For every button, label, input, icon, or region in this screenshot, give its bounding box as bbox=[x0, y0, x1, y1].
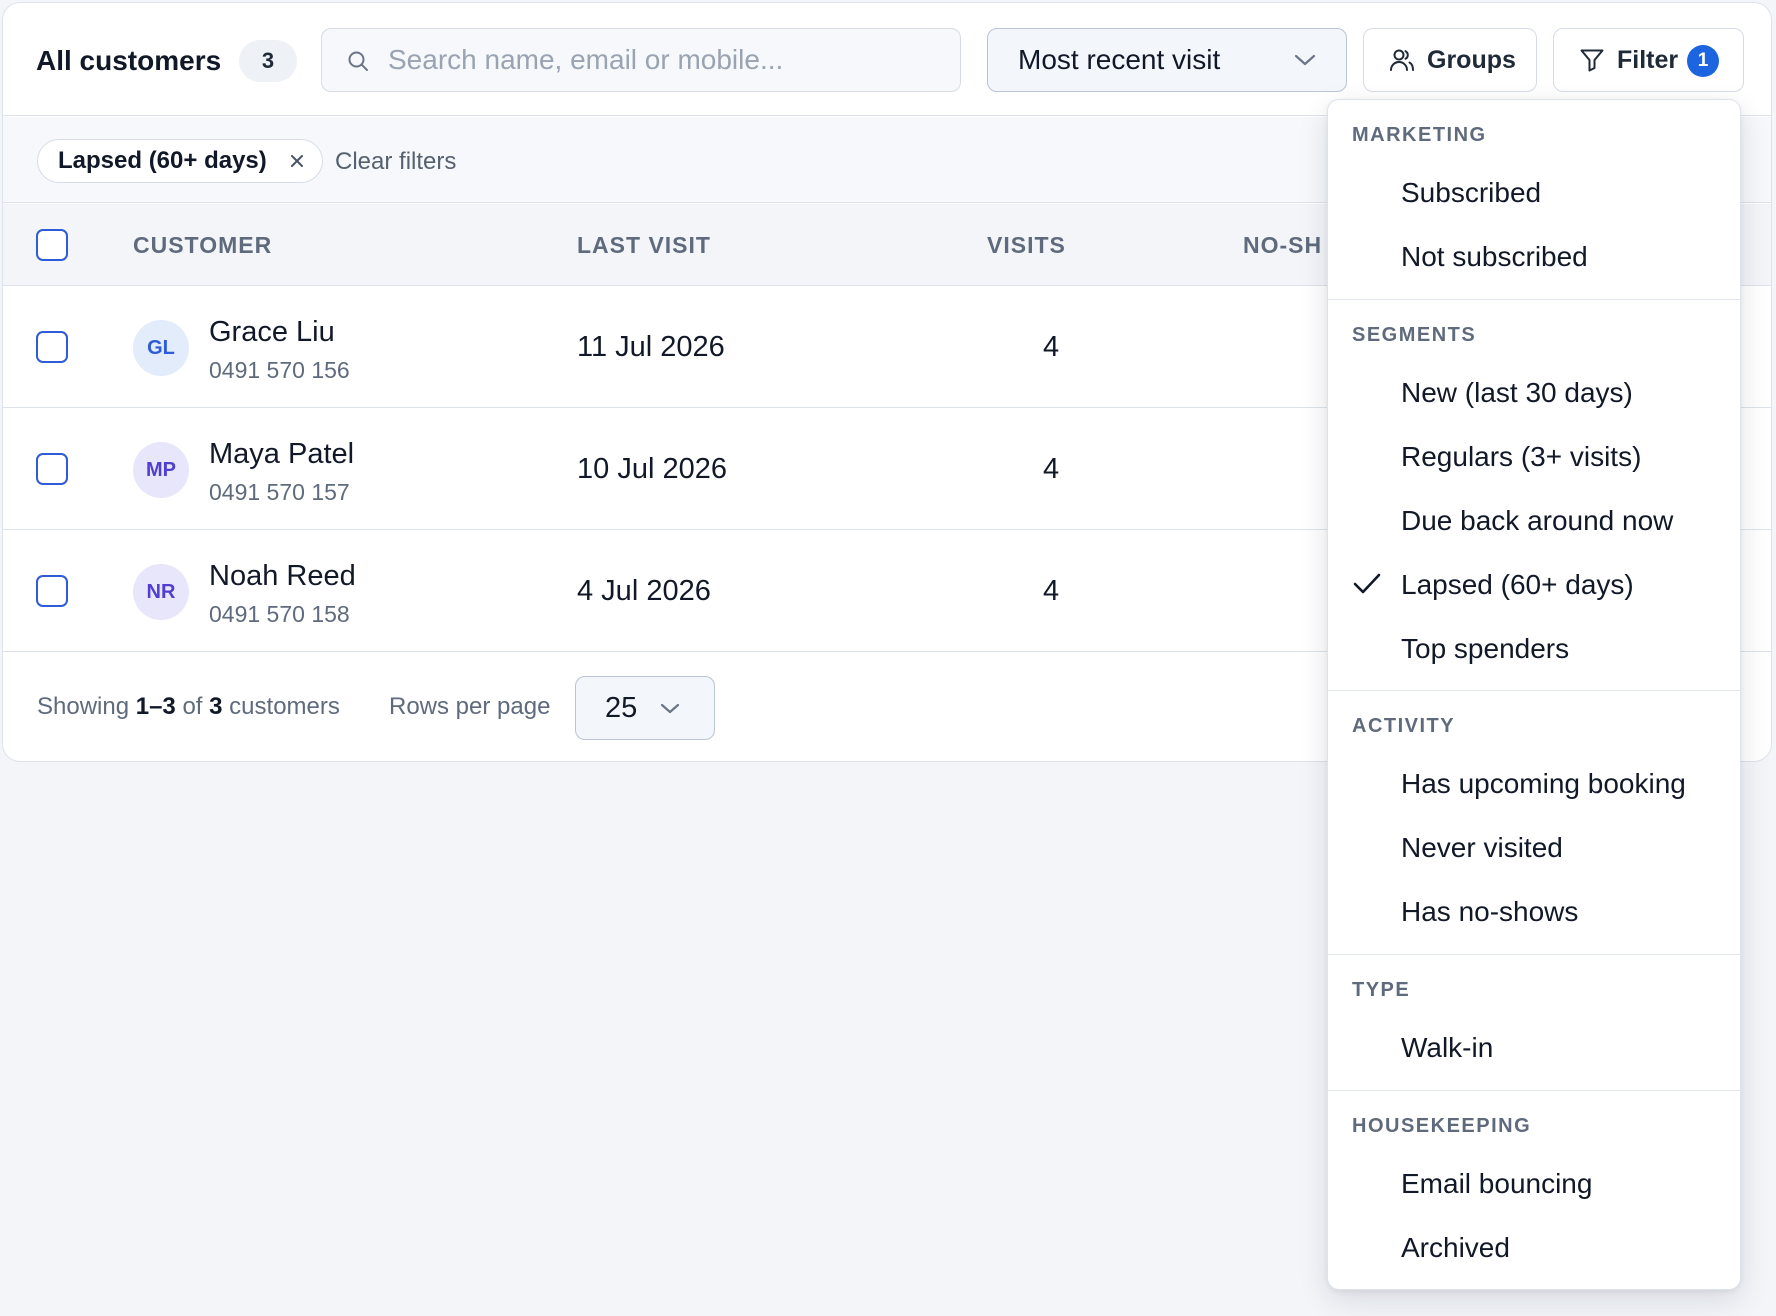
filter-dropdown-menu: MARKETING Subscribed Not subscribed SEGM… bbox=[1327, 99, 1741, 1290]
filter-option-top-spenders[interactable]: Top spenders bbox=[1328, 618, 1740, 678]
filter-option-label: New (last 30 days) bbox=[1401, 377, 1633, 408]
filter-option-upcoming-booking[interactable]: Has upcoming booking bbox=[1328, 753, 1740, 813]
sort-select-value: Most recent visit bbox=[1018, 44, 1221, 75]
select-all-checkbox[interactable] bbox=[36, 229, 68, 261]
filter-section-activity: ACTIVITY Has upcoming booking Never visi… bbox=[1328, 690, 1740, 955]
filter-option-no-shows[interactable]: Has no-shows bbox=[1328, 881, 1740, 941]
showing-total: 3 bbox=[209, 693, 223, 720]
filter-section-type: TYPE Walk-in bbox=[1328, 954, 1740, 1091]
last-visit-cell: 4 Jul 2026 bbox=[577, 575, 711, 607]
filter-count-badge: 1 bbox=[1687, 45, 1719, 77]
filter-chip-label: Lapsed (60+ days) bbox=[58, 147, 267, 174]
row-checkbox[interactable] bbox=[36, 331, 68, 363]
filter-option-subscribed[interactable]: Subscribed bbox=[1328, 162, 1740, 222]
showing-suffix: customers bbox=[229, 693, 340, 720]
section-heading: TYPE bbox=[1352, 979, 1411, 1001]
filter-option-label: Lapsed (60+ days) bbox=[1401, 569, 1634, 600]
filter-option-label: Has no-shows bbox=[1401, 896, 1579, 927]
checkmark-icon bbox=[1353, 573, 1381, 594]
filter-section-marketing: MARKETING Subscribed Not subscribed bbox=[1328, 100, 1740, 300]
filter-option-due-back[interactable]: Due back around now bbox=[1328, 490, 1740, 550]
row-checkbox[interactable] bbox=[36, 453, 68, 485]
chevron-down-icon bbox=[660, 703, 680, 714]
filter-chip-lapsed: Lapsed (60+ days) bbox=[37, 139, 323, 183]
rows-per-page-label: Rows per page bbox=[389, 693, 551, 720]
customer-name[interactable]: Noah Reed bbox=[209, 560, 356, 593]
filter-option-label: Never visited bbox=[1401, 832, 1563, 863]
customer-name[interactable]: Grace Liu bbox=[209, 316, 335, 349]
section-heading: SEGMENTS bbox=[1352, 324, 1477, 346]
filter-option-email-bouncing[interactable]: Email bouncing bbox=[1328, 1153, 1740, 1213]
showing-range: 1–3 bbox=[135, 693, 176, 720]
showing-summary: Showing 1–3 of 3 customers bbox=[37, 693, 340, 721]
section-heading: HOUSEKEEPING bbox=[1352, 1115, 1532, 1137]
filter-option-label: Archived bbox=[1401, 1232, 1510, 1263]
search-box[interactable] bbox=[321, 28, 961, 92]
filter-option-regulars[interactable]: Regulars (3+ visits) bbox=[1328, 426, 1740, 486]
sort-select[interactable]: Most recent visit bbox=[987, 28, 1347, 92]
search-icon bbox=[348, 51, 368, 71]
customer-phone: 0491 570 156 bbox=[209, 357, 350, 383]
section-heading: ACTIVITY bbox=[1352, 715, 1456, 737]
filter-option-label: Top spenders bbox=[1401, 633, 1570, 664]
column-header-visits[interactable]: VISITS bbox=[987, 232, 1066, 259]
last-visit-cell: 11 Jul 2026 bbox=[577, 331, 725, 363]
clear-filters-link[interactable]: Clear filters bbox=[335, 148, 456, 176]
filter-icon bbox=[1580, 49, 1604, 72]
filter-option-walk-in[interactable]: Walk-in bbox=[1328, 1017, 1740, 1077]
groups-button[interactable]: Groups bbox=[1363, 28, 1537, 92]
filter-option-label: Email bouncing bbox=[1401, 1168, 1593, 1199]
filter-section-housekeeping: HOUSEKEEPING Email bouncing Archived bbox=[1328, 1090, 1740, 1289]
filter-option-label: Not subscribed bbox=[1401, 241, 1588, 272]
avatar: NR bbox=[133, 564, 189, 620]
page-title: All customers bbox=[36, 45, 222, 76]
customer-phone: 0491 570 158 bbox=[209, 601, 350, 627]
column-header-customer[interactable]: CUSTOMER bbox=[133, 232, 272, 259]
avatar: MP bbox=[133, 442, 189, 498]
customer-count-badge: 3 bbox=[239, 40, 297, 82]
section-heading: MARKETING bbox=[1352, 124, 1487, 146]
filter-option-label: Subscribed bbox=[1401, 177, 1542, 208]
close-icon[interactable] bbox=[288, 152, 306, 170]
users-icon bbox=[1390, 49, 1414, 71]
visits-cell: 4 bbox=[1043, 331, 1060, 363]
last-visit-cell: 10 Jul 2026 bbox=[577, 453, 727, 485]
customer-name[interactable]: Maya Patel bbox=[209, 438, 354, 471]
column-header-last-visit[interactable]: LAST VISIT bbox=[577, 232, 711, 259]
visits-cell: 4 bbox=[1043, 453, 1060, 485]
rows-per-page-select[interactable]: 25 bbox=[575, 676, 715, 740]
filter-option-label: Has upcoming booking bbox=[1401, 768, 1686, 799]
filter-option-not-subscribed[interactable]: Not subscribed bbox=[1328, 226, 1740, 286]
filter-option-new[interactable]: New (last 30 days) bbox=[1328, 362, 1740, 422]
chevron-down-icon bbox=[1294, 54, 1316, 66]
filter-option-never-visited[interactable]: Never visited bbox=[1328, 817, 1740, 877]
filter-option-label: Due back around now bbox=[1401, 505, 1674, 536]
search-input[interactable] bbox=[388, 29, 948, 91]
filter-option-label: Walk-in bbox=[1401, 1032, 1494, 1063]
filter-option-lapsed[interactable]: Lapsed (60+ days) bbox=[1328, 554, 1740, 614]
filter-option-archived[interactable]: Archived bbox=[1328, 1217, 1740, 1277]
customer-phone: 0491 570 157 bbox=[209, 479, 350, 505]
visits-cell: 4 bbox=[1043, 575, 1060, 607]
filter-button[interactable]: Filter 1 bbox=[1553, 28, 1744, 92]
showing-of: of bbox=[182, 693, 203, 720]
filter-button-label: Filter bbox=[1617, 45, 1679, 74]
row-checkbox[interactable] bbox=[36, 575, 68, 607]
column-header-no-shows[interactable]: NO-SH bbox=[1243, 232, 1322, 259]
rows-per-page-value: 25 bbox=[605, 691, 638, 724]
filter-option-label: Regulars (3+ visits) bbox=[1401, 441, 1642, 472]
filter-section-segments: SEGMENTS New (last 30 days) Regulars (3+… bbox=[1328, 299, 1740, 691]
showing-prefix: Showing bbox=[37, 693, 130, 720]
avatar: GL bbox=[133, 320, 189, 376]
groups-button-label: Groups bbox=[1427, 45, 1516, 74]
